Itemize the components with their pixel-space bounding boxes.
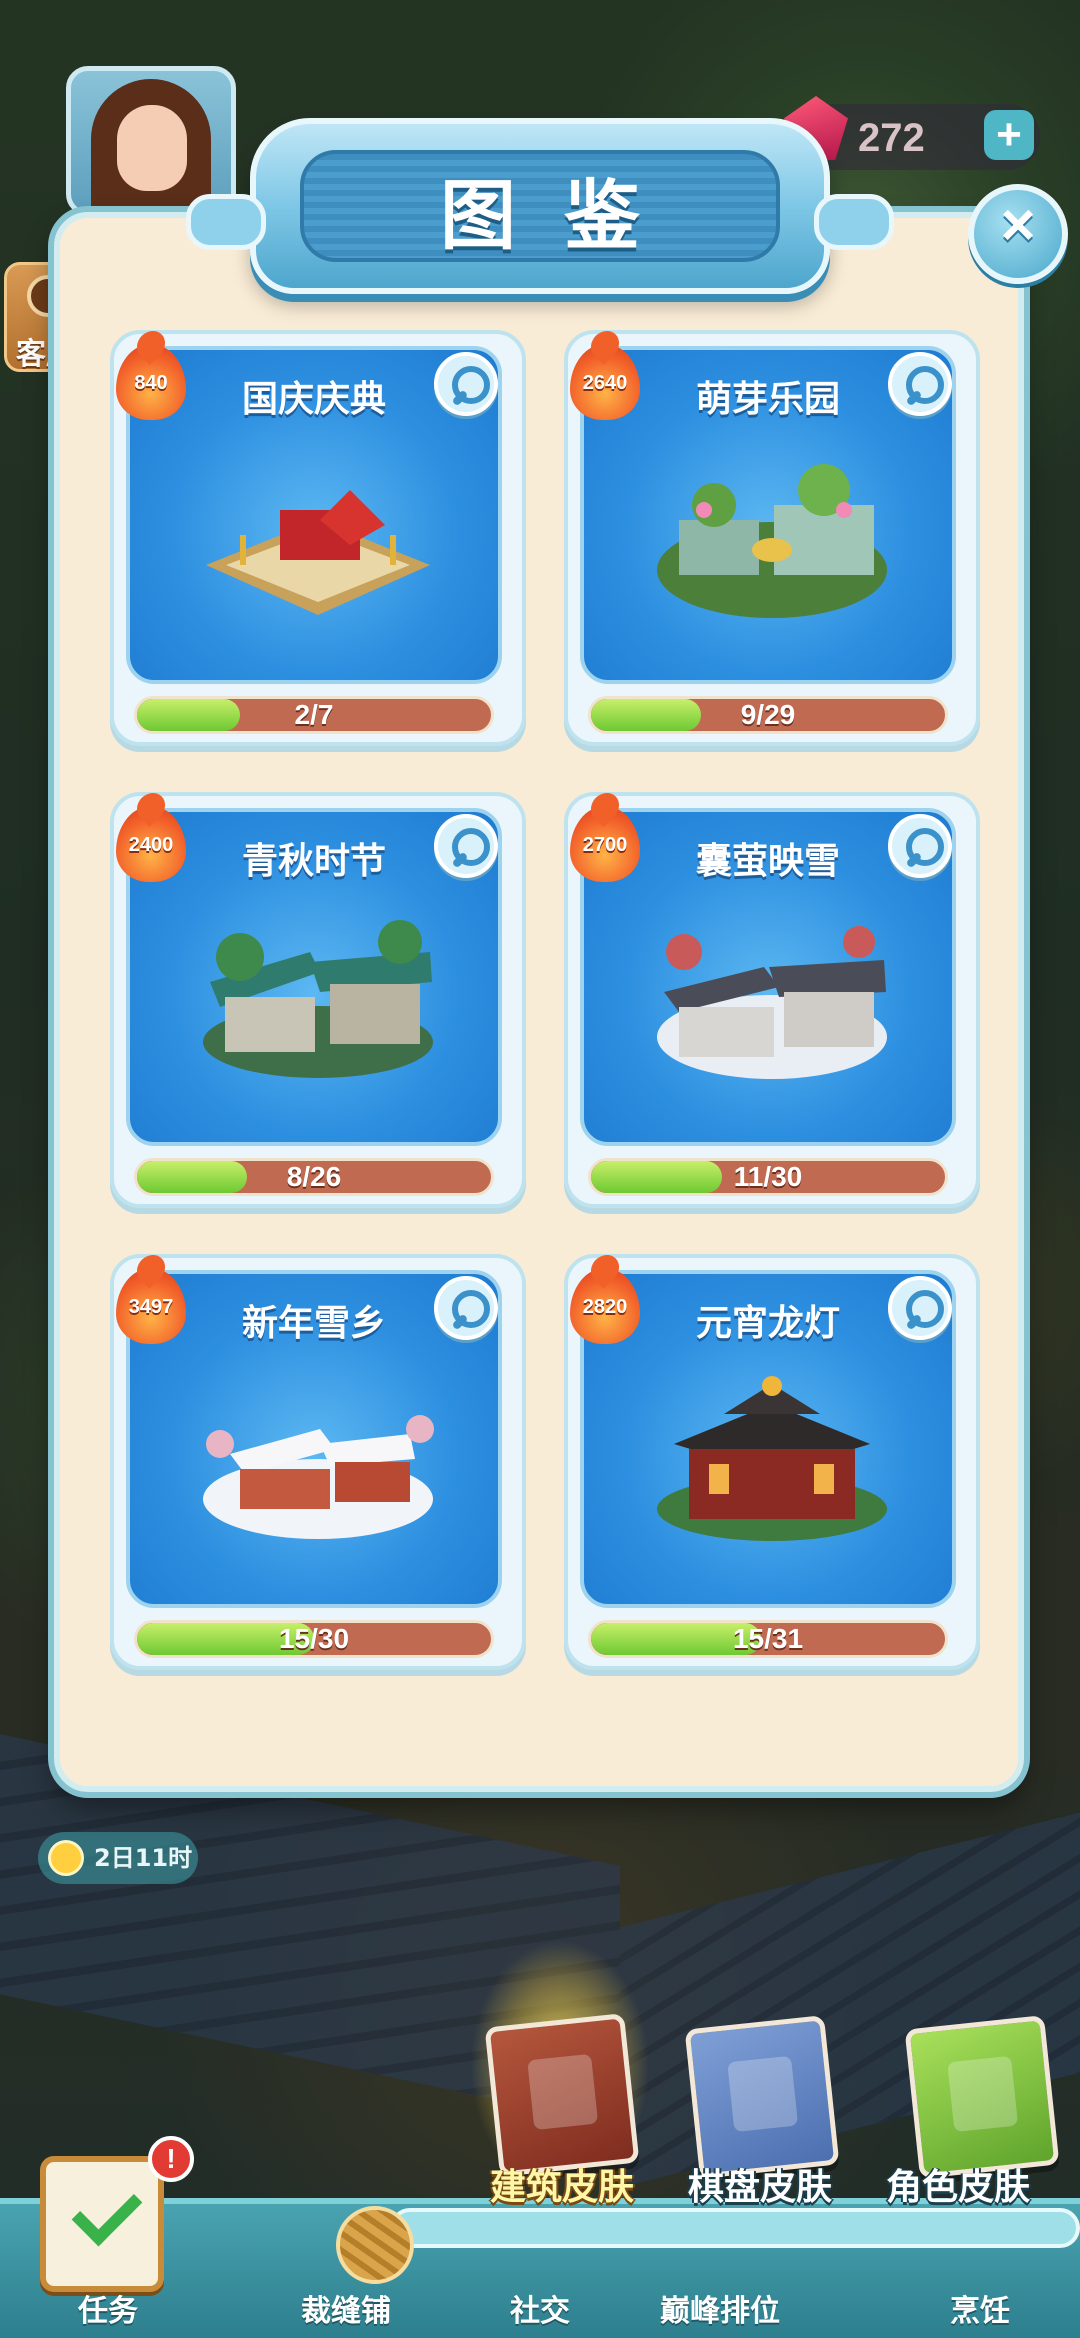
- building-emblem-icon: [527, 2053, 599, 2131]
- modal-title-plaque: 图鉴: [186, 118, 894, 294]
- event-timer-badge[interactable]: 2日11时: [38, 1832, 198, 1884]
- progress-text: 15/31: [732, 1623, 804, 1654]
- progress-text: 9/29: [740, 699, 796, 730]
- collection-card[interactable]: 囊萤映雪 2700 11/30: [564, 792, 980, 1208]
- heat-value: 2640: [582, 372, 628, 394]
- close-icon: ×: [1000, 191, 1036, 258]
- heat-value: 2700: [582, 834, 628, 856]
- progress-text: 2/7: [294, 699, 334, 730]
- task-clipboard-icon[interactable]: [40, 2156, 164, 2292]
- nav-ranking[interactable]: 巅峰排位: [640, 2286, 800, 2330]
- board-skin-book-icon[interactable]: [684, 2015, 840, 2179]
- tab-slider-bar: [390, 2208, 1080, 2248]
- gem-count: 272: [858, 116, 925, 160]
- tab-board-skin[interactable]: 棋盘皮肤: [660, 2158, 860, 2210]
- magnify-icon[interactable]: [434, 1276, 498, 1340]
- collection-progress-bar: 15/31: [588, 1620, 948, 1658]
- building-artwork: [654, 1374, 890, 1544]
- nav-social[interactable]: 社交: [460, 2286, 620, 2330]
- collection-card[interactable]: 元宵龙灯 2820 15/31: [564, 1254, 980, 1670]
- character-skin-book-icon[interactable]: [904, 2015, 1060, 2179]
- collection-card[interactable]: 新年雪乡 3497 15/30: [110, 1254, 526, 1670]
- building-artwork: [200, 1374, 436, 1544]
- collection-card[interactable]: 国庆庆典 840 2/7: [110, 330, 526, 746]
- dress-emblem-icon: [947, 2055, 1019, 2133]
- magnify-icon[interactable]: [434, 814, 498, 878]
- close-button[interactable]: ×: [968, 184, 1068, 284]
- collection-progress-bar: 9/29: [588, 696, 948, 734]
- collection-card[interactable]: 青秋时节 2400 8/26: [110, 792, 526, 1208]
- nav-tailor[interactable]: 裁缝铺: [266, 2286, 426, 2330]
- heat-value: 2400: [128, 834, 174, 856]
- magnify-icon[interactable]: [888, 1276, 952, 1340]
- building-artwork: [654, 912, 890, 1082]
- task-alert-badge: !: [148, 2136, 194, 2182]
- tab-character-skin[interactable]: 角色皮肤: [858, 2158, 1058, 2210]
- building-artwork: [200, 450, 436, 620]
- progress-text: 8/26: [286, 1161, 342, 1192]
- nav-cooking[interactable]: 烹饪: [900, 2286, 1060, 2330]
- building-artwork: [654, 450, 890, 620]
- collection-card[interactable]: 萌芽乐园 2640 9/29: [564, 330, 980, 746]
- title-banner: 图鉴: [300, 150, 780, 262]
- magnify-icon[interactable]: [888, 352, 952, 416]
- nav-task[interactable]: 任务: [28, 2286, 188, 2330]
- collection-progress-bar: 11/30: [588, 1158, 948, 1196]
- event-timer-text: 2日11时: [94, 1844, 193, 1872]
- checker-emblem-icon: [727, 2055, 799, 2133]
- add-gems-button[interactable]: +: [984, 110, 1034, 160]
- collection-progress-bar: 15/30: [134, 1620, 494, 1658]
- heat-value: 2820: [582, 1296, 628, 1318]
- magnify-icon[interactable]: [888, 814, 952, 878]
- progress-text: 11/30: [733, 1161, 803, 1192]
- clock-icon: [48, 1840, 84, 1876]
- heat-value: 840: [134, 372, 168, 394]
- magnify-icon[interactable]: [434, 352, 498, 416]
- building-artwork: [200, 912, 436, 1082]
- avatar-face: [117, 105, 187, 191]
- modal-title: 图鉴: [440, 171, 688, 260]
- building-skin-book-icon[interactable]: [484, 2013, 640, 2177]
- heat-value: 3497: [128, 1296, 174, 1318]
- tab-building-skin[interactable]: 建筑皮肤: [462, 2158, 662, 2210]
- yarn-icon[interactable]: [336, 2206, 414, 2284]
- collection-progress-bar: 2/7: [134, 696, 494, 734]
- collection-progress-bar: 8/26: [134, 1158, 494, 1196]
- progress-text: 15/30: [278, 1623, 350, 1654]
